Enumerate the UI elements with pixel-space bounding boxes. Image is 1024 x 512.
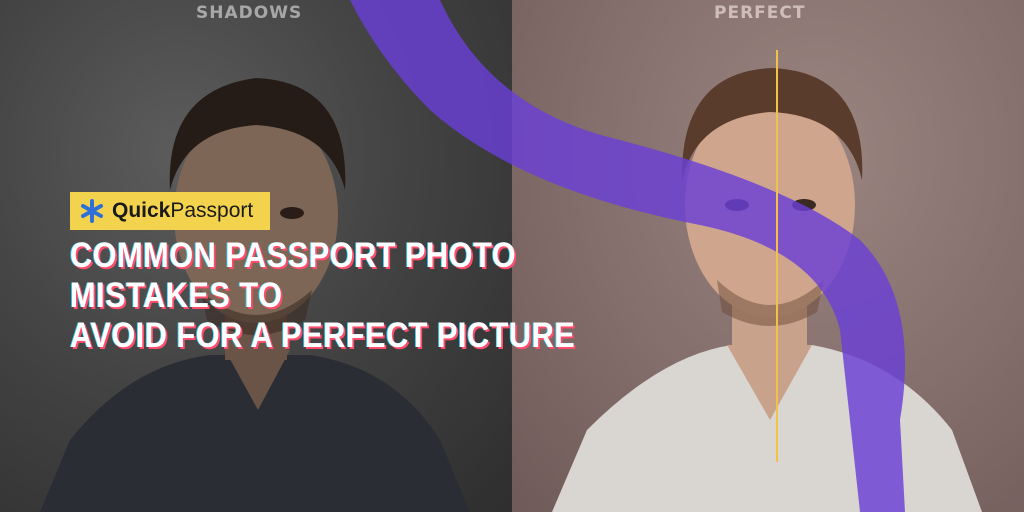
hero-banner: SHADOWS PERFECT QuickPassport COMMON PAS… <box>0 0 1024 512</box>
asterisk-logo-icon <box>81 199 103 223</box>
brand-name-light: Passport <box>170 199 254 222</box>
brand-name: QuickPassport <box>112 199 253 223</box>
headline-line-2: AVOID FOR A PERFECT PICTURE <box>70 316 576 355</box>
brand-name-bold: Quick <box>112 199 171 222</box>
comparison-divider-line <box>776 50 778 462</box>
brand-logo: QuickPassport <box>70 192 270 230</box>
page-headline: COMMON PASSPORT PHOTO MISTAKES TO AVOID … <box>70 236 668 356</box>
headline-line-1: COMMON PASSPORT PHOTO MISTAKES TO <box>70 236 517 315</box>
